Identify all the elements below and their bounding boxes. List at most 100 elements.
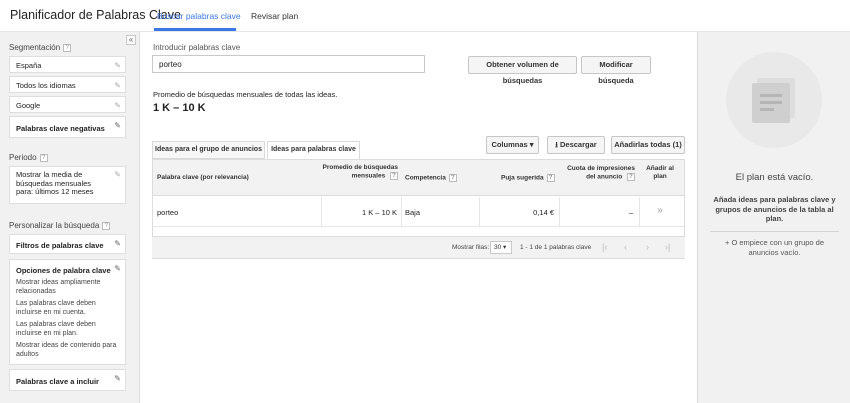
- plan-empty-title: El plan está vacío.: [735, 172, 814, 183]
- plan-empty-hint: Añada ideas para palabras clave y grupos…: [713, 195, 836, 223]
- row-keyword: porteo: [157, 208, 179, 217]
- divider: [710, 231, 839, 232]
- help-icon[interactable]: ?: [448, 174, 457, 182]
- avg-searches-value: 1 K – 10 K: [153, 102, 206, 114]
- help-icon[interactable]: ?: [627, 172, 635, 181]
- keyword-options-title: Opciones de palabra clave: [16, 266, 111, 275]
- row-avg-searches: 1 K – 10 K: [361, 208, 397, 217]
- option-broad-ideas: Mostrar ideas ampliamente relacionadas: [16, 279, 101, 295]
- location-selector[interactable]: España ✎: [9, 56, 126, 73]
- pencil-icon[interactable]: ✎: [114, 374, 121, 383]
- dropdown-arrow-icon: ▾: [529, 140, 534, 149]
- row-impression-share: –: [628, 208, 633, 217]
- col-suggested-bid-label: Puja sugerida: [501, 174, 544, 182]
- keywords-to-include-selector[interactable]: Palabras clave a incluir ✎: [9, 369, 126, 391]
- column-divider: [479, 197, 480, 227]
- col-add-to-plan: Añadir al plan: [646, 165, 674, 180]
- columns-button[interactable]: Columnas ▾: [486, 136, 539, 154]
- keyword-filters-label: Filtros de palabras clave: [16, 241, 104, 250]
- col-avg-searches[interactable]: Promedio de búsquedas mensuales ?: [313, 164, 398, 180]
- active-tab-indicator: [154, 28, 236, 31]
- tab-keyword-ideas[interactable]: Ideas para palabras clave: [267, 141, 360, 160]
- column-divider: [559, 197, 560, 227]
- pencil-icon[interactable]: ✎: [114, 121, 121, 130]
- plan-panel: El plan está vacío. Añada ideas para pal…: [697, 32, 850, 403]
- segmentation-label: Segmentación: [9, 43, 61, 52]
- col-suggested-bid[interactable]: Puja sugerida?: [501, 174, 555, 182]
- download-label: Descargar: [560, 140, 597, 149]
- pencil-icon[interactable]: ✎: [114, 81, 121, 90]
- column-divider: [321, 197, 322, 227]
- main-content: Introducir palabras clave Obtener volume…: [141, 32, 696, 403]
- pencil-icon[interactable]: ✎: [114, 170, 121, 180]
- negative-keywords-selector[interactable]: Palabras clave negativas ✎: [9, 116, 126, 138]
- show-rows-label: Mostrar filas:: [452, 244, 490, 251]
- row-competition: Baja: [405, 208, 421, 217]
- period-value: Mostrar la media de búsquedas mensuales …: [16, 170, 94, 196]
- help-icon[interactable]: ?: [39, 153, 48, 162]
- app-title: Planificador de Palabras Clave: [10, 8, 181, 22]
- period-selector[interactable]: Mostrar la media de búsquedas mensuales …: [9, 166, 126, 204]
- col-ad-impression-share-label: Cuota de impresiones del anuncio: [567, 165, 635, 181]
- col-ad-impression-share[interactable]: Cuota de impresiones del anuncio ?: [558, 165, 635, 181]
- tab-search-keywords[interactable]: Buscar palabras clave: [157, 11, 241, 21]
- add-to-plan-icon[interactable]: »: [649, 205, 671, 216]
- help-icon[interactable]: ?: [546, 174, 555, 182]
- rows-per-page-value: 30: [494, 244, 502, 251]
- collapse-sidebar-icon[interactable]: «: [126, 35, 136, 45]
- rows-per-page-select[interactable]: 30 ▾: [490, 241, 512, 254]
- pencil-icon[interactable]: ✎: [114, 101, 121, 110]
- last-page-icon[interactable]: ›|: [665, 242, 670, 252]
- keyword-input[interactable]: [152, 55, 425, 73]
- network-value: Google: [16, 101, 41, 110]
- avg-searches-label: Promedio de búsquedas mensuales de todas…: [153, 90, 338, 99]
- get-search-volume-button[interactable]: Obtener volumen de búsquedas: [468, 56, 577, 85]
- help-icon[interactable]: ?: [63, 43, 72, 52]
- keywords-to-include-label: Palabras clave a incluir: [16, 377, 99, 386]
- help-icon[interactable]: ?: [390, 171, 398, 180]
- table-header: Palabra clave (por relevancia) Promedio …: [153, 160, 684, 196]
- download-button[interactable]: ⭳ Descargar: [547, 136, 605, 154]
- col-keyword[interactable]: Palabra clave (por relevancia): [157, 174, 249, 182]
- top-bar: Planificador de Palabras Clave Buscar pa…: [0, 0, 850, 32]
- segmentation-title: Segmentación?: [9, 43, 72, 52]
- col-avg-searches-label: Promedio de búsquedas mensuales: [322, 164, 399, 180]
- option-in-plan: Las palabras clave deben incluirse en mi…: [16, 321, 96, 337]
- help-icon[interactable]: ?: [102, 221, 111, 230]
- keyword-input-label: Introducir palabras clave: [153, 43, 241, 52]
- pencil-icon[interactable]: ✎: [114, 239, 121, 248]
- location-value: España: [16, 61, 42, 70]
- download-icon: ⭳: [555, 140, 558, 149]
- document-icon: [752, 83, 790, 123]
- next-page-icon[interactable]: ›: [646, 242, 649, 252]
- tab-review-plan[interactable]: Revisar plan: [251, 11, 298, 21]
- language-value: Todos los idiomas: [16, 81, 76, 90]
- columns-label: Columnas: [491, 140, 528, 149]
- modify-search-button[interactable]: Modificar búsqueda: [581, 56, 651, 85]
- pencil-icon[interactable]: ✎: [114, 61, 121, 70]
- period-label: Periodo: [9, 153, 37, 162]
- prev-page-icon[interactable]: ‹: [624, 242, 627, 252]
- period-title: Periodo?: [9, 153, 48, 162]
- pencil-icon[interactable]: ✎: [114, 264, 121, 273]
- keyword-filters-selector[interactable]: Filtros de palabras clave ✎: [9, 234, 126, 254]
- customize-label: Personalizar la búsqueda: [9, 221, 100, 230]
- pagination-bar: Mostrar filas: 30 ▾ 1 - 1 de 1 palabras …: [152, 236, 685, 258]
- row-suggested-bid: 0,14 €: [533, 208, 554, 217]
- option-in-account: Las palabras clave deben incluirse en mi…: [16, 300, 96, 316]
- start-with-empty-ad-group-link[interactable]: + O empiece con un grupo de anuncios vac…: [710, 238, 839, 257]
- keyword-options-selector[interactable]: Opciones de palabra clave Mostrar ideas …: [9, 259, 126, 365]
- negative-keywords-label: Palabras clave negativas: [16, 124, 105, 133]
- first-page-icon[interactable]: |‹: [602, 242, 607, 252]
- language-selector[interactable]: Todos los idiomas ✎: [9, 76, 126, 93]
- table-row: porteo 1 K – 10 K Baja 0,14 € – »: [153, 197, 684, 227]
- column-divider: [639, 197, 640, 227]
- pagination-range: 1 - 1 de 1 palabras clave: [520, 244, 592, 251]
- network-selector[interactable]: Google ✎: [9, 96, 126, 113]
- sidebar: « Segmentación? España ✎ Todos los idioma…: [0, 32, 140, 403]
- add-all-button[interactable]: Añadirlas todas (1): [611, 136, 685, 154]
- col-competition[interactable]: Competencia?: [405, 174, 457, 182]
- col-competition-label: Competencia: [405, 174, 446, 182]
- tab-ad-group-ideas[interactable]: Ideas para el grupo de anuncios: [152, 141, 265, 159]
- customize-title: Personalizar la búsqueda?: [9, 221, 111, 230]
